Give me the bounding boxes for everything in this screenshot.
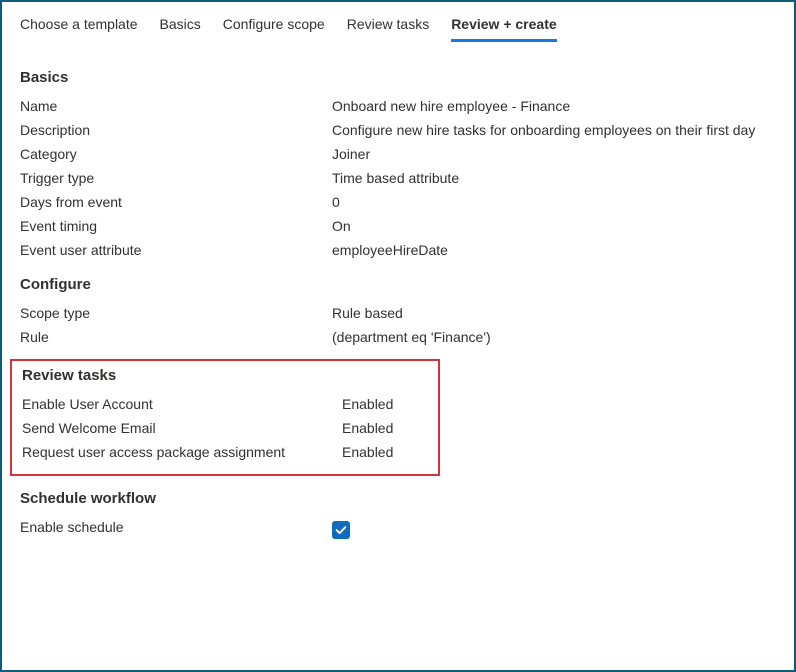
label-event-timing: Event timing <box>20 218 332 234</box>
basics-row-event-timing: Event timing On <box>20 214 776 238</box>
label-scope-type: Scope type <box>20 305 332 321</box>
content-area: Basics Name Onboard new hire employee - … <box>2 43 794 542</box>
tab-choose-template[interactable]: Choose a template <box>20 10 138 42</box>
value-days-from-event: 0 <box>332 194 776 210</box>
tab-configure-scope[interactable]: Configure scope <box>223 10 325 42</box>
value-description: Configure new hire tasks for onboarding … <box>332 122 776 138</box>
value-enable-schedule <box>332 519 776 538</box>
tab-basics[interactable]: Basics <box>160 10 201 42</box>
label-days-from-event: Days from event <box>20 194 332 210</box>
basics-row-description: Description Configure new hire tasks for… <box>20 118 776 142</box>
label-category: Category <box>20 146 332 162</box>
checkmark-icon <box>334 523 348 537</box>
label-send-welcome-email: Send Welcome Email <box>22 420 342 436</box>
enable-schedule-checkbox[interactable] <box>332 521 350 539</box>
review-tasks-row-access-package: Request user access package assignment E… <box>22 440 428 464</box>
value-trigger-type: Time based attribute <box>332 170 776 186</box>
value-request-access-package: Enabled <box>342 444 428 460</box>
label-enable-user-account: Enable User Account <box>22 396 342 412</box>
basics-row-category: Category Joiner <box>20 142 776 166</box>
label-rule: Rule <box>20 329 332 345</box>
tab-review-create[interactable]: Review + create <box>451 10 556 42</box>
review-tasks-row-welcome-email: Send Welcome Email Enabled <box>22 416 428 440</box>
label-request-access-package: Request user access package assignment <box>22 444 342 460</box>
value-category: Joiner <box>332 146 776 162</box>
review-create-panel: Choose a template Basics Configure scope… <box>0 0 796 672</box>
review-tasks-heading: Review tasks <box>22 367 428 384</box>
label-enable-schedule: Enable schedule <box>20 519 332 535</box>
configure-heading: Configure <box>20 276 776 293</box>
basics-heading: Basics <box>20 69 776 86</box>
basics-row-days-from-event: Days from event 0 <box>20 190 776 214</box>
value-scope-type: Rule based <box>332 305 776 321</box>
label-event-user-attribute: Event user attribute <box>20 242 332 258</box>
value-event-timing: On <box>332 218 776 234</box>
review-tasks-highlight: Review tasks Enable User Account Enabled… <box>10 359 440 476</box>
basics-row-event-user-attribute: Event user attribute employeeHireDate <box>20 238 776 262</box>
label-trigger-type: Trigger type <box>20 170 332 186</box>
value-event-user-attribute: employeeHireDate <box>332 242 776 258</box>
value-send-welcome-email: Enabled <box>342 420 428 436</box>
configure-row-rule: Rule (department eq 'Finance') <box>20 325 776 349</box>
value-rule: (department eq 'Finance') <box>332 329 776 345</box>
schedule-row-enable: Enable schedule <box>20 515 776 542</box>
configure-row-scope-type: Scope type Rule based <box>20 301 776 325</box>
wizard-tabs: Choose a template Basics Configure scope… <box>2 2 794 43</box>
tab-review-tasks[interactable]: Review tasks <box>347 10 429 42</box>
basics-row-trigger-type: Trigger type Time based attribute <box>20 166 776 190</box>
label-description: Description <box>20 122 332 138</box>
review-tasks-row-enable-user: Enable User Account Enabled <box>22 392 428 416</box>
schedule-heading: Schedule workflow <box>20 490 776 507</box>
label-name: Name <box>20 98 332 114</box>
value-enable-user-account: Enabled <box>342 396 428 412</box>
basics-row-name: Name Onboard new hire employee - Finance <box>20 94 776 118</box>
value-name: Onboard new hire employee - Finance <box>332 98 776 114</box>
